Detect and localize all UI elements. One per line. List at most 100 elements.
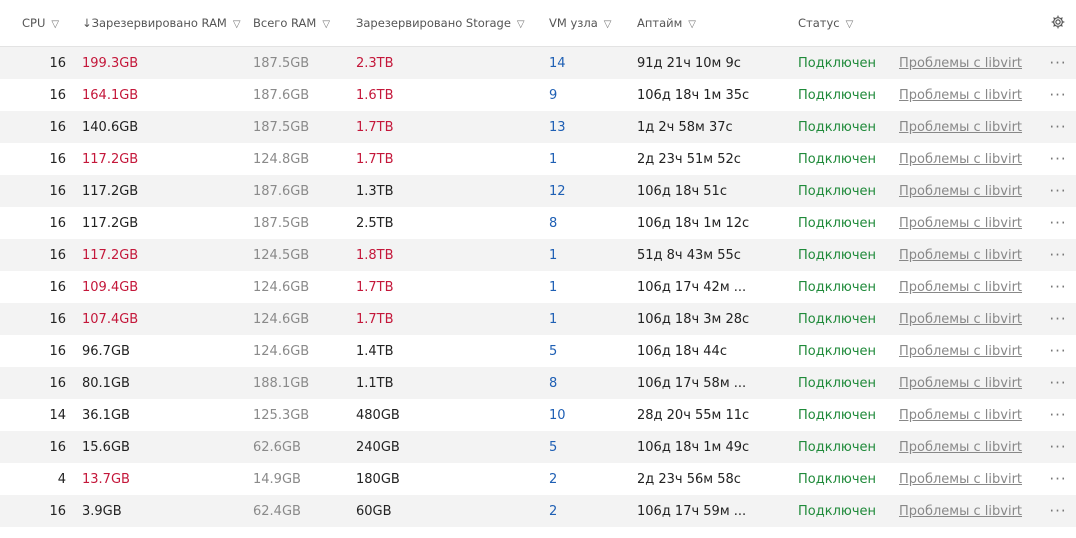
cell-vm-count[interactable]: 12	[549, 184, 637, 199]
cell-uptime: 106д 18ч 1м 35с	[637, 87, 750, 103]
column-header-vm[interactable]: VM узла ▽	[549, 16, 637, 30]
cell-reserved-storage: 240GB	[356, 439, 400, 455]
table-row[interactable]: 16 107.4GB 124.6GB 1.7TB 1 106д 18ч 3м 28с Под…	[0, 303, 1076, 335]
filter-icon[interactable]: ▽	[517, 19, 525, 30]
table-row[interactable]: 16 80.1GB 188.1GB 1.1TB 8 106д 17ч 58м ... Под…	[0, 367, 1076, 399]
table-row[interactable]: 16 15.6GB 62.6GB 240GB 5 106д 18ч 1м 49с Подкл…	[0, 431, 1076, 463]
problems-link[interactable]: Проблемы с libvirt	[899, 88, 1040, 103]
column-header-total-ram[interactable]: Всего RAM ▽	[253, 16, 356, 30]
filter-icon[interactable]: ▽	[233, 19, 241, 30]
more-dots-icon[interactable]: ···	[1040, 310, 1076, 328]
cell-reserved-storage: 1.8TB	[356, 247, 394, 263]
cell-reserved-storage: 1.7TB	[356, 279, 394, 295]
more-dots-icon[interactable]: ···	[1040, 54, 1076, 72]
cell-total-ram: 124.6GB	[253, 279, 310, 295]
filter-icon[interactable]: ▽	[846, 19, 854, 30]
cell-reserved-storage: 1.4TB	[356, 343, 394, 359]
cell-vm-count[interactable]: 2	[549, 472, 637, 487]
problems-link[interactable]: Проблемы с libvirt	[899, 56, 1040, 71]
more-dots-icon[interactable]: ···	[1040, 342, 1076, 360]
more-dots-icon[interactable]: ···	[1040, 118, 1076, 136]
cell-vm-count[interactable]: 1	[549, 152, 637, 167]
table-row[interactable]: 16 109.4GB 124.6GB 1.7TB 1 106д 17ч 42м ... По…	[0, 271, 1076, 303]
column-header-status[interactable]: Статус ▽	[798, 16, 899, 30]
more-dots-icon[interactable]: ···	[1040, 470, 1076, 488]
problems-link[interactable]: Проблемы с libvirt	[899, 216, 1040, 231]
more-dots-icon[interactable]: ···	[1040, 502, 1076, 520]
settings-button[interactable]	[1040, 14, 1076, 33]
problems-link[interactable]: Проблемы с libvirt	[899, 440, 1040, 455]
more-dots-icon[interactable]: ···	[1040, 438, 1076, 456]
table-row[interactable]: 16 140.6GB 187.5GB 1.7TB 13 1д 2ч 58м 37с Подк…	[0, 111, 1076, 143]
cell-vm-count[interactable]: 9	[549, 88, 637, 103]
cell-vm-count[interactable]: 13	[549, 120, 637, 135]
cell-reserved-storage: 1.7TB	[356, 119, 394, 135]
problems-link[interactable]: Проблемы с libvirt	[899, 280, 1040, 295]
filter-icon[interactable]: ▽	[604, 19, 612, 30]
filter-icon[interactable]: ▽	[688, 19, 696, 30]
cell-vm-count[interactable]: 8	[549, 376, 637, 391]
more-dots-icon[interactable]: ···	[1040, 182, 1076, 200]
problems-link[interactable]: Проблемы с libvirt	[899, 184, 1040, 199]
more-dots-icon[interactable]: ···	[1040, 374, 1076, 392]
cell-cpu: 16	[49, 279, 66, 295]
table-row[interactable]: 16 117.2GB 187.5GB 2.5TB 8 106д 18ч 1м 12с Под…	[0, 207, 1076, 239]
cell-reserved-ram: 107.4GB	[82, 311, 139, 327]
table-row[interactable]: 16 164.1GB 187.6GB 1.6TB 9 106д 18ч 1м 35с Под…	[0, 79, 1076, 111]
column-header-cpu[interactable]: CPU ▽	[0, 16, 78, 30]
problems-link[interactable]: Проблемы с libvirt	[899, 504, 1040, 519]
column-header-reserved-ram[interactable]: ↓Зарезервировано RAM ▽	[78, 16, 253, 30]
table-row[interactable]: 14 36.1GB 125.3GB 480GB 10 28д 20ч 55м 11с Под…	[0, 399, 1076, 431]
cell-reserved-ram: 15.6GB	[82, 439, 130, 455]
cell-uptime: 106д 17ч 59м ...	[637, 503, 747, 519]
problems-link[interactable]: Проблемы с libvirt	[899, 248, 1040, 263]
cell-vm-count[interactable]: 1	[549, 312, 637, 327]
gear-icon[interactable]	[1040, 14, 1076, 30]
cell-total-ram: 187.5GB	[253, 55, 310, 71]
more-dots-icon[interactable]: ···	[1040, 150, 1076, 168]
cell-uptime: 1д 2ч 58м 37с	[637, 119, 733, 135]
cell-vm-count[interactable]: 1	[549, 248, 637, 263]
cell-vm-count[interactable]: 10	[549, 408, 637, 423]
cell-vm-count[interactable]: 8	[549, 216, 637, 231]
cell-reserved-ram: 117.2GB	[82, 215, 139, 231]
table-row[interactable]: 16 3.9GB 62.4GB 60GB 2 106д 17ч 59м ... Подклю…	[0, 495, 1076, 527]
filter-icon[interactable]: ▽	[51, 19, 59, 30]
more-dots-icon[interactable]: ···	[1040, 246, 1076, 264]
cell-vm-count[interactable]: 5	[549, 344, 637, 359]
problems-link[interactable]: Проблемы с libvirt	[899, 472, 1040, 487]
cell-reserved-ram: 3.9GB	[82, 503, 122, 519]
more-dots-icon[interactable]: ···	[1040, 214, 1076, 232]
filter-icon[interactable]: ▽	[322, 19, 330, 30]
cell-vm-count[interactable]: 5	[549, 440, 637, 455]
problems-link[interactable]: Проблемы с libvirt	[899, 312, 1040, 327]
table-row[interactable]: 16 117.2GB 187.6GB 1.3TB 12 106д 18ч 51с Подкл…	[0, 175, 1076, 207]
problems-link[interactable]: Проблемы с libvirt	[899, 344, 1040, 359]
cell-vm-count[interactable]: 2	[549, 504, 637, 519]
more-dots-icon[interactable]: ···	[1040, 86, 1076, 104]
cell-total-ram: 124.6GB	[253, 343, 310, 359]
table-row[interactable]: 16 117.2GB 124.8GB 1.7TB 1 2д 23ч 51м 52с Подк…	[0, 143, 1076, 175]
column-header-reserved-storage[interactable]: Зарезервировано Storage ▽	[356, 16, 549, 30]
cell-uptime: 106д 18ч 3м 28с	[637, 311, 750, 327]
cell-vm-count[interactable]: 14	[549, 56, 637, 71]
table-row[interactable]: 4 13.7GB 14.9GB 180GB 2 2д 23ч 56м 58с Подключ…	[0, 463, 1076, 495]
cell-reserved-storage: 180GB	[356, 471, 400, 487]
problems-link[interactable]: Проблемы с libvirt	[899, 152, 1040, 167]
cell-reserved-storage: 1.3TB	[356, 183, 394, 199]
cell-cpu: 16	[49, 183, 66, 199]
cell-reserved-storage: 1.1TB	[356, 375, 394, 391]
more-dots-icon[interactable]: ···	[1040, 278, 1076, 296]
cell-vm-count[interactable]: 1	[549, 280, 637, 295]
cell-total-ram: 188.1GB	[253, 375, 310, 391]
table-row[interactable]: 16 199.3GB 187.5GB 2.3TB 14 91д 21ч 10м 9с Под…	[0, 47, 1076, 79]
column-header-uptime[interactable]: Аптайм ▽	[637, 16, 798, 30]
problems-link[interactable]: Проблемы с libvirt	[899, 120, 1040, 135]
table-row[interactable]: 16 96.7GB 124.6GB 1.4TB 5 106д 18ч 44с Подключ…	[0, 335, 1076, 367]
cell-uptime: 51д 8ч 43м 55с	[637, 247, 741, 263]
problems-link[interactable]: Проблемы с libvirt	[899, 408, 1040, 423]
cell-status: Подключен	[798, 503, 876, 519]
problems-link[interactable]: Проблемы с libvirt	[899, 376, 1040, 391]
more-dots-icon[interactable]: ···	[1040, 406, 1076, 424]
table-row[interactable]: 16 117.2GB 124.5GB 1.8TB 1 51д 8ч 43м 55с Подк…	[0, 239, 1076, 271]
